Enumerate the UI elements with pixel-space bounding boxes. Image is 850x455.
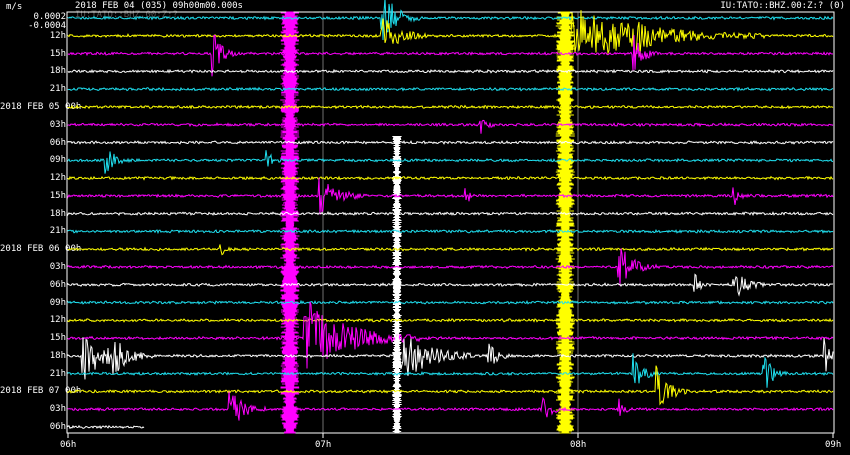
seismic-trace: [67, 119, 834, 134]
seismic-trace: [67, 140, 834, 145]
seismic-trace: [67, 299, 834, 305]
seismic-trace: [67, 228, 834, 235]
seismic-trace: [67, 175, 834, 181]
seismic-trace: [67, 317, 834, 323]
seismic-trace: [67, 391, 834, 421]
seismic-trace: [67, 424, 145, 430]
seismic-trace: [67, 301, 834, 369]
seismic-trace: [67, 273, 834, 297]
seismic-trace: [67, 34, 834, 77]
seismic-trace: [67, 365, 834, 406]
seismic-trace: [67, 86, 834, 92]
saturation-burst: [280, 11, 300, 434]
seismic-trace: [67, 248, 834, 286]
helicorder-plot[interactable]: [0, 0, 850, 455]
seismic-trace: [67, 104, 834, 110]
seismic-trace: [67, 150, 834, 174]
seismic-trace: [67, 177, 834, 215]
seismic-trace: [67, 210, 834, 217]
seismic-trace: [67, 353, 834, 388]
plot-frame: [66, 11, 835, 434]
seismic-trace: [67, 68, 834, 74]
saturation-burst: [555, 11, 575, 434]
seismic-trace: [67, 244, 834, 256]
